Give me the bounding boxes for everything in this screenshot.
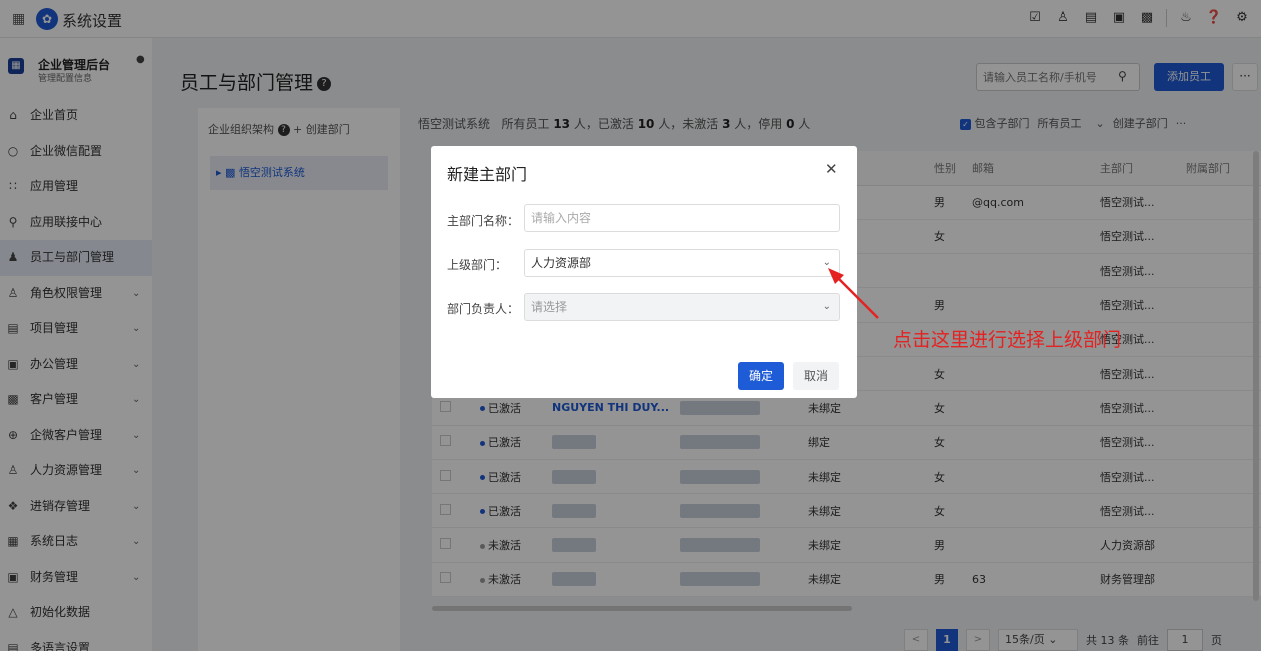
annotation-arrow-line — [835, 275, 879, 319]
annotation-text: 点击这里进行选择上级部门 — [893, 329, 1122, 351]
